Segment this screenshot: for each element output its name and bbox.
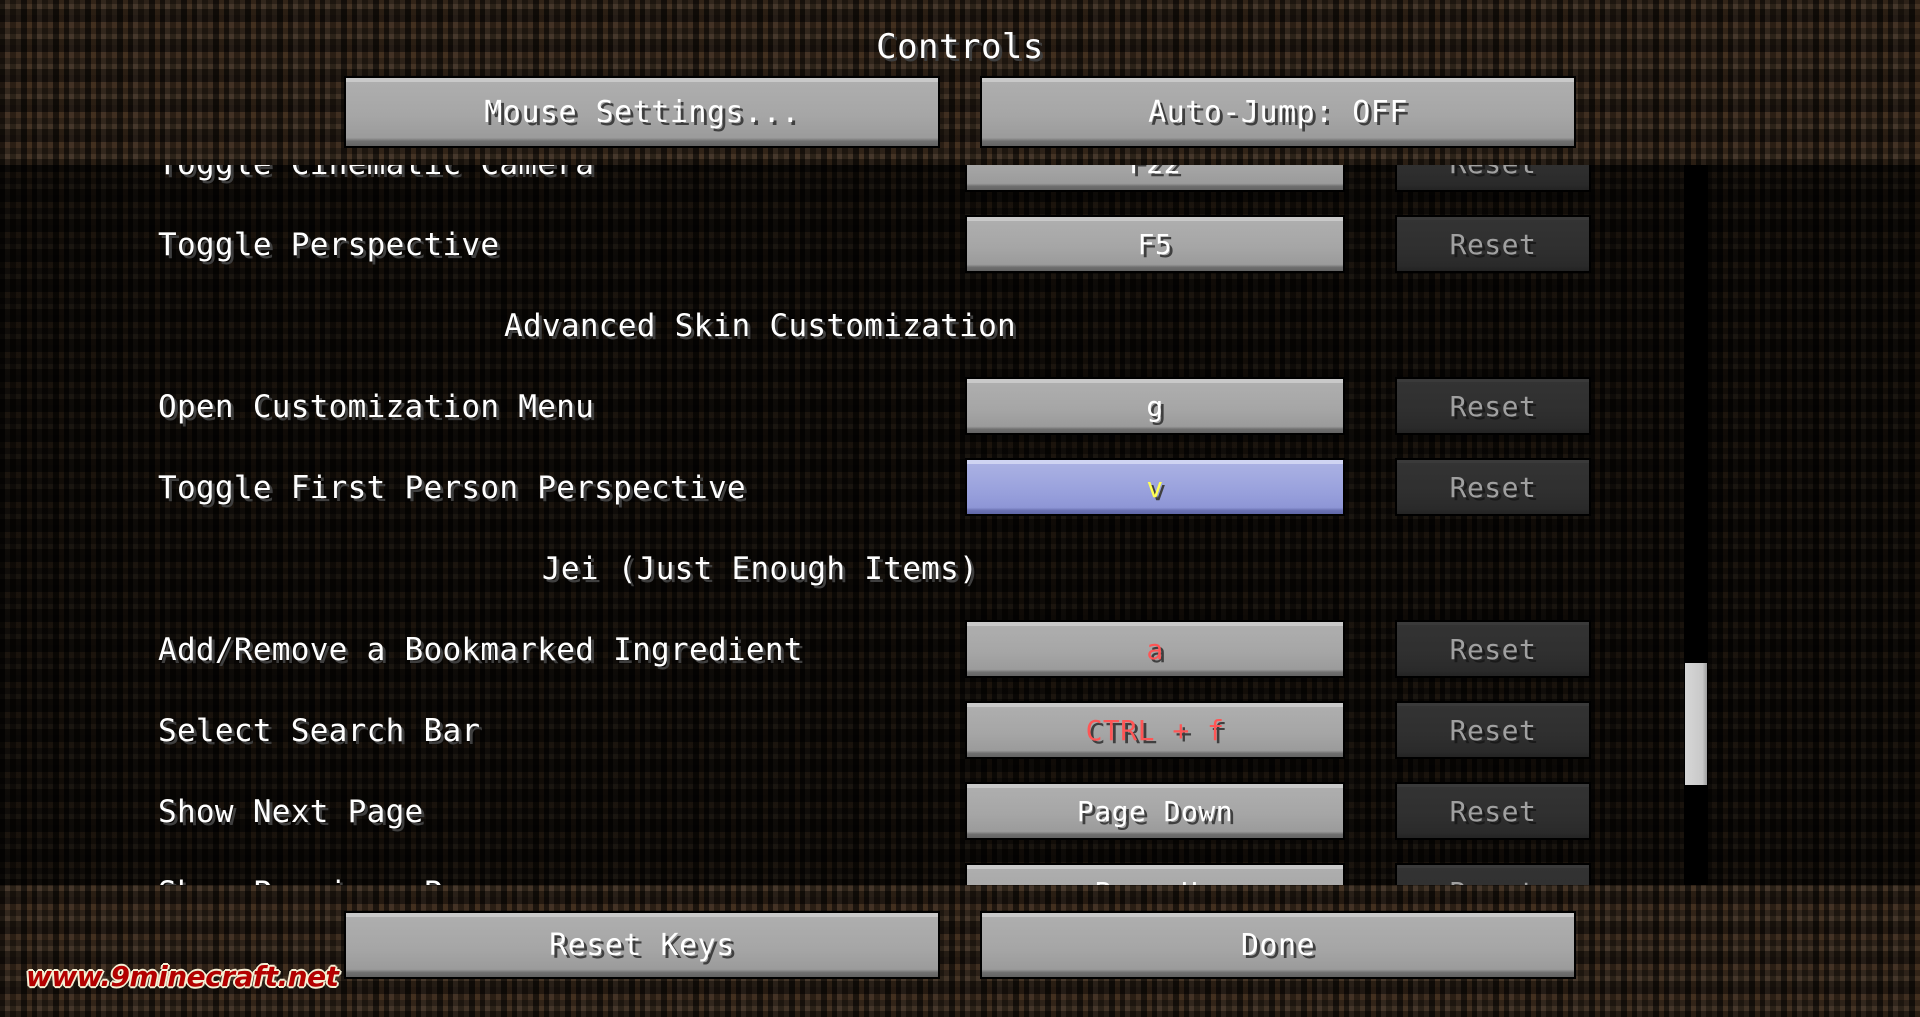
keybind-row: Show Next Page Page Down Reset — [0, 771, 1920, 852]
keybind-list: Toggle Cinematic CameraF22ResetToggle Pe… — [0, 165, 1920, 885]
keybind-label: Show Next Page — [158, 793, 424, 830]
auto-jump-toggle-button[interactable]: Auto-Jump: OFF — [980, 76, 1576, 148]
keybind-key-button[interactable]: F5 — [965, 215, 1345, 273]
keybind-key-button[interactable]: CTRL + f — [965, 701, 1345, 759]
keybind-key-button[interactable]: g — [965, 377, 1345, 435]
section-header-label: Advanced Skin Customization — [503, 307, 1017, 344]
keybind-reset-button: Reset — [1395, 458, 1591, 516]
keybind-label: Toggle Perspective — [158, 226, 500, 263]
keybind-section-header: Advanced Skin Customization — [0, 285, 1920, 366]
keybind-row: Toggle First Person Perspective v Reset — [0, 447, 1920, 528]
keybind-key-button[interactable]: Page Up — [965, 863, 1345, 885]
footer-region: Reset Keys Done www.9minecraft.net — [0, 885, 1920, 1017]
keybind-section-header: Jei (Just Enough Items) — [0, 528, 1920, 609]
keybind-row: Toggle Cinematic Camera F22 Reset — [0, 165, 1920, 204]
keybind-label: Open Customization Menu — [158, 388, 595, 425]
keybind-list-region: Toggle Cinematic CameraF22ResetToggle Pe… — [0, 165, 1920, 885]
keybind-row: Add/Remove a Bookmarked Ingredient a Reset — [0, 609, 1920, 690]
scrollbar-thumb[interactable] — [1685, 663, 1707, 785]
keybind-label: Toggle Cinematic Camera — [158, 165, 594, 182]
keybind-reset-button: Reset — [1395, 215, 1591, 273]
keybind-label: Toggle First Person Perspective — [158, 469, 746, 506]
keybind-row: Show Previous Page Page Up Reset — [0, 852, 1920, 885]
keybind-reset-button: Reset — [1395, 701, 1591, 759]
keybind-reset-button: Reset — [1395, 863, 1591, 885]
keybind-reset-button: Reset — [1395, 377, 1591, 435]
keybind-reset-button: Reset — [1395, 165, 1591, 192]
keybind-row: Toggle Perspective F5 Reset — [0, 204, 1920, 285]
keybind-label: Select Search Bar — [158, 712, 481, 749]
keybind-key-button[interactable]: F22 — [965, 165, 1345, 192]
keybind-key-button[interactable]: a — [965, 620, 1345, 678]
page-title: Controls — [876, 27, 1044, 67]
minecraft-controls-screen: Controls Mouse Settings... Auto-Jump: OF… — [0, 0, 1920, 1017]
done-button[interactable]: Done — [980, 911, 1576, 979]
scrollbar-track[interactable] — [1684, 165, 1708, 885]
keybind-label: Add/Remove a Bookmarked Ingredient — [158, 631, 803, 668]
keybind-row: Open Customization Menu g Reset — [0, 366, 1920, 447]
keybind-label: Show Previous Page — [158, 875, 499, 886]
keybind-reset-button: Reset — [1395, 782, 1591, 840]
mouse-settings-button[interactable]: Mouse Settings... — [344, 76, 940, 148]
reset-keys-button[interactable]: Reset Keys — [344, 911, 940, 979]
keybind-key-button[interactable]: v — [965, 458, 1345, 516]
keybind-reset-button: Reset — [1395, 620, 1591, 678]
keybind-key-button[interactable]: Page Down — [965, 782, 1345, 840]
keybind-row: Select Search Bar CTRL + f Reset — [0, 690, 1920, 771]
site-watermark: www.9minecraft.net — [26, 960, 339, 993]
header-region: Controls Mouse Settings... Auto-Jump: OF… — [0, 0, 1920, 165]
section-header-label: Jei (Just Enough Items) — [541, 550, 979, 587]
